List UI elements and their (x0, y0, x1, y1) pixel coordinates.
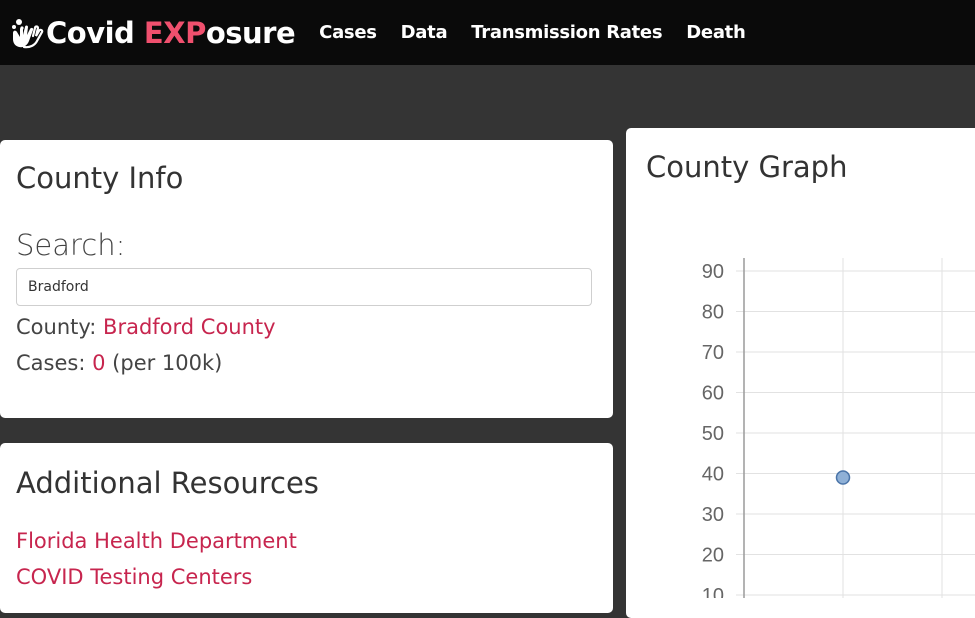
data-point (835, 470, 851, 485)
county-graph-card: County Graph 90 80 70 60 50 40 30 20 10 (626, 128, 975, 618)
link-covid-testing-centers[interactable]: COVID Testing Centers (16, 565, 252, 589)
nav-item-transmission-rates[interactable]: Transmission Rates (471, 22, 662, 43)
county-line: County: Bradford County (16, 315, 276, 339)
y-tick-label: 80 (702, 302, 724, 324)
hands-wash-icon (12, 18, 44, 48)
nav-menu: Cases Data Transmission Rates Death (319, 22, 769, 43)
y-tick-label: 10 (702, 585, 724, 598)
y-tick-label: 70 (702, 342, 724, 364)
nav-item-data[interactable]: Data (401, 22, 448, 43)
navbar: Covid EXPosure Cases Data Transmission R… (0, 0, 975, 65)
search-input[interactable] (16, 268, 592, 306)
county-label: County: (16, 315, 97, 339)
cases-line: Cases: 0 (per 100k) (16, 351, 222, 375)
nav-item-cases[interactable]: Cases (319, 22, 377, 43)
search-label: Search: (16, 228, 126, 262)
brand-part-osure: osure (205, 15, 296, 50)
cases-unit: (per 100k) (112, 351, 223, 375)
y-tick-label: 30 (702, 504, 724, 526)
county-info-title: County Info (16, 161, 184, 195)
brand-title: Covid EXPosure (46, 15, 296, 50)
brand-part-exp: EXP (143, 15, 206, 50)
nav-item-death[interactable]: Death (686, 22, 746, 43)
brand[interactable]: Covid EXPosure (10, 0, 296, 65)
county-value: Bradford County (103, 315, 276, 339)
y-tick-label: 40 (702, 464, 724, 486)
y-tick-label: 20 (702, 545, 724, 567)
brand-part-covid: Covid (46, 15, 144, 50)
resources-title: Additional Resources (16, 466, 319, 500)
cases-label: Cases: (16, 351, 86, 375)
link-florida-health-department[interactable]: Florida Health Department (16, 529, 297, 553)
y-tick-label: 90 (702, 261, 724, 283)
y-tick-label: 60 (702, 383, 724, 405)
y-tick-label: 50 (702, 423, 724, 445)
cases-value: 0 (92, 351, 106, 375)
county-info-card: County Info Search: County: Bradford Cou… (0, 140, 613, 418)
resources-card: Additional Resources Florida Health Depa… (0, 443, 613, 613)
county-graph-chart: 90 80 70 60 50 40 30 20 10 (702, 258, 975, 598)
county-graph-title: County Graph (646, 150, 848, 184)
